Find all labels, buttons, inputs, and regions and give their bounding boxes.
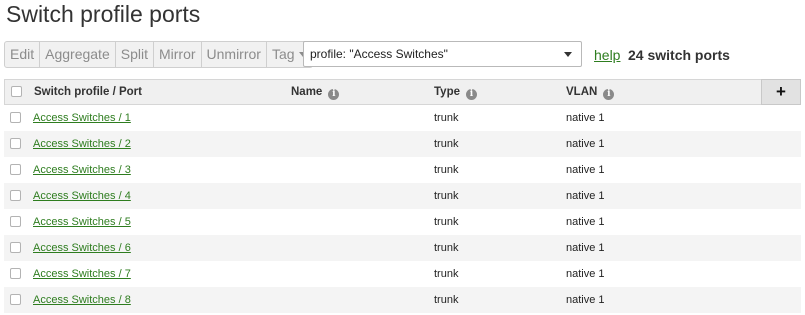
column-header-port[interactable]: Switch profile / Port bbox=[34, 80, 142, 105]
port-link[interactable]: Access Switches / 4 bbox=[33, 190, 131, 202]
select-all-checkbox[interactable] bbox=[11, 86, 22, 97]
port-type: trunk bbox=[434, 112, 459, 124]
port-type: trunk bbox=[434, 190, 459, 202]
add-column-button[interactable]: + bbox=[761, 79, 801, 105]
port-link[interactable]: Access Switches / 8 bbox=[33, 294, 131, 306]
toolbar: Edit Aggregate Split Mirror Unmirror Tag bbox=[4, 41, 313, 68]
chevron-down-icon bbox=[564, 52, 572, 57]
info-icon[interactable]: i bbox=[466, 89, 477, 100]
port-type: trunk bbox=[434, 164, 459, 176]
port-link[interactable]: Access Switches / 1 bbox=[33, 112, 131, 124]
row-checkbox[interactable] bbox=[10, 242, 21, 253]
info-icon[interactable]: i bbox=[603, 89, 615, 100]
table-row: Access Switches / 2 trunk native 1 bbox=[4, 131, 801, 157]
table-row: Access Switches / 6 trunk native 1 bbox=[4, 235, 801, 261]
unmirror-button[interactable]: Unmirror bbox=[201, 41, 267, 68]
port-type: trunk bbox=[434, 138, 459, 150]
filter-value: profile: "Access Switches" bbox=[310, 47, 448, 61]
row-checkbox[interactable] bbox=[10, 268, 21, 279]
table-body: Access Switches / 1 trunk native 1 Acces… bbox=[4, 105, 801, 313]
table-row: Access Switches / 7 trunk native 1 bbox=[4, 261, 801, 287]
port-vlan: native 1 bbox=[566, 190, 605, 202]
tag-label: Tag bbox=[271, 46, 295, 62]
table-row: Access Switches / 8 trunk native 1 bbox=[4, 287, 801, 313]
port-link[interactable]: Access Switches / 2 bbox=[33, 138, 131, 150]
port-vlan: native 1 bbox=[566, 216, 605, 228]
info-icon[interactable]: i bbox=[328, 89, 340, 100]
ports-table: Switch profile / Port Name i Type i VLAN i … bbox=[4, 79, 801, 313]
table-row: Access Switches / 4 trunk native 1 bbox=[4, 183, 801, 209]
port-vlan: native 1 bbox=[566, 112, 605, 124]
row-checkbox[interactable] bbox=[10, 294, 21, 305]
page-title: Switch profile ports bbox=[6, 1, 201, 27]
split-button[interactable]: Split bbox=[115, 41, 154, 68]
switch-port-count: 24 switch ports bbox=[628, 47, 730, 63]
row-checkbox[interactable] bbox=[10, 164, 21, 175]
port-type: trunk bbox=[434, 268, 459, 280]
profile-filter-select[interactable]: profile: "Access Switches" bbox=[303, 41, 582, 67]
table-header: Switch profile / Port Name i Type i VLAN i … bbox=[4, 79, 801, 105]
port-link[interactable]: Access Switches / 7 bbox=[33, 268, 131, 280]
port-vlan: native 1 bbox=[566, 268, 605, 280]
port-type: trunk bbox=[434, 294, 459, 306]
help-link[interactable]: help bbox=[594, 47, 620, 63]
column-header-vlan[interactable]: VLAN i bbox=[566, 80, 615, 105]
row-checkbox[interactable] bbox=[10, 138, 21, 149]
row-checkbox[interactable] bbox=[10, 112, 21, 123]
mirror-button[interactable]: Mirror bbox=[153, 41, 202, 68]
row-checkbox[interactable] bbox=[10, 190, 21, 201]
table-row: Access Switches / 3 trunk native 1 bbox=[4, 157, 801, 183]
column-header-name[interactable]: Name i bbox=[291, 80, 340, 105]
table-row: Access Switches / 1 trunk native 1 bbox=[4, 105, 801, 131]
port-vlan: native 1 bbox=[566, 138, 605, 150]
edit-button[interactable]: Edit bbox=[4, 41, 41, 68]
row-checkbox[interactable] bbox=[10, 216, 21, 227]
port-type: trunk bbox=[434, 216, 459, 228]
port-link[interactable]: Access Switches / 5 bbox=[33, 216, 131, 228]
port-vlan: native 1 bbox=[566, 242, 605, 254]
port-vlan: native 1 bbox=[566, 294, 605, 306]
column-header-type[interactable]: Type i bbox=[434, 80, 477, 105]
port-type: trunk bbox=[434, 242, 459, 254]
table-row: Access Switches / 5 trunk native 1 bbox=[4, 209, 801, 235]
port-link[interactable]: Access Switches / 6 bbox=[33, 242, 131, 254]
port-link[interactable]: Access Switches / 3 bbox=[33, 164, 131, 176]
aggregate-button[interactable]: Aggregate bbox=[40, 41, 116, 68]
port-vlan: native 1 bbox=[566, 164, 605, 176]
